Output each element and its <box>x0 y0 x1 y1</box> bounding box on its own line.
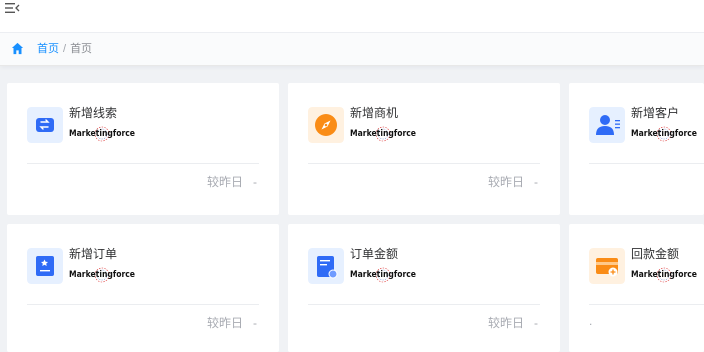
marketingforce-logo: Marketingforce <box>350 267 416 283</box>
top-bar <box>0 0 704 33</box>
stat-card-new-customers[interactable]: 新增客户 Marketingforce <box>569 83 704 215</box>
compare-yesterday: 较昨日 - <box>207 173 257 190</box>
compare-yesterday: 较昨日 - <box>488 314 538 331</box>
stat-card-new-opportunities[interactable]: 新增商机 Marketingforce 较昨日 - <box>288 83 560 215</box>
compare-yesterday: 较昨日 - <box>207 314 257 331</box>
divider <box>27 304 259 305</box>
compare-value: - <box>253 175 257 189</box>
divider <box>589 304 704 305</box>
menu-fold-icon[interactable] <box>4 1 20 15</box>
svg-text:Marketingforce: Marketingforce <box>631 270 697 280</box>
compare-label: 较昨日 <box>487 316 524 330</box>
card-title: 订单金额 <box>350 247 399 261</box>
svg-text:Marketingforce: Marketingforce <box>69 270 135 280</box>
marketingforce-logo: Marketingforce <box>69 126 135 142</box>
order-icon <box>27 248 63 284</box>
compare-yesterday: 较昨日 - <box>488 173 538 190</box>
compare-value: - <box>534 316 538 330</box>
card-title: 新增商机 <box>350 106 399 120</box>
divider <box>589 163 704 164</box>
compare-label: 较昨日 <box>487 175 524 189</box>
divider <box>308 304 540 305</box>
card-title: 新增客户 <box>631 106 680 120</box>
marketingforce-logo: Marketingforce <box>631 126 697 142</box>
compass-icon <box>308 107 344 143</box>
divider <box>27 163 259 164</box>
stat-card-new-orders[interactable]: 新增订单 Marketingforce 较昨日 - <box>7 224 279 352</box>
card-title: 回款金额 <box>631 247 680 261</box>
svg-text:Marketingforce: Marketingforce <box>631 129 697 139</box>
breadcrumb-bar: 首页 / 首页 <box>0 33 704 66</box>
compare-label: 较昨日 <box>206 316 243 330</box>
svg-text:Marketingforce: Marketingforce <box>350 270 416 280</box>
compare-value: - <box>253 316 257 330</box>
breadcrumb-current: 首页 <box>70 43 93 55</box>
clue-icon <box>27 107 63 143</box>
compare-value: - <box>534 175 538 189</box>
document-icon <box>308 248 344 284</box>
compare-value: . <box>589 314 593 328</box>
compare-label: 较昨日 <box>206 175 243 189</box>
payment-card-icon <box>589 248 625 284</box>
marketingforce-logo: Marketingforce <box>631 267 697 283</box>
marketingforce-logo: Marketingforce <box>69 267 135 283</box>
home-icon[interactable] <box>11 42 24 55</box>
breadcrumb: 首页 / 首页 <box>37 43 92 56</box>
card-title: 新增订单 <box>69 247 118 261</box>
breadcrumb-separator: / <box>63 43 67 55</box>
divider <box>308 163 540 164</box>
card-title: 新增线索 <box>69 106 118 120</box>
stat-card-payment-amount[interactable]: 回款金额 Marketingforce . <box>569 224 704 352</box>
svg-text:Marketingforce: Marketingforce <box>350 129 416 139</box>
breadcrumb-home-link[interactable]: 首页 <box>37 43 59 55</box>
stat-card-new-clues[interactable]: 新增线索 Marketingforce 较昨日 - <box>7 83 279 215</box>
stat-card-order-amount[interactable]: 订单金额 Marketingforce 较昨日 - <box>288 224 560 352</box>
customer-icon <box>589 107 625 143</box>
svg-text:Marketingforce: Marketingforce <box>69 129 135 139</box>
marketingforce-logo: Marketingforce <box>350 126 416 142</box>
